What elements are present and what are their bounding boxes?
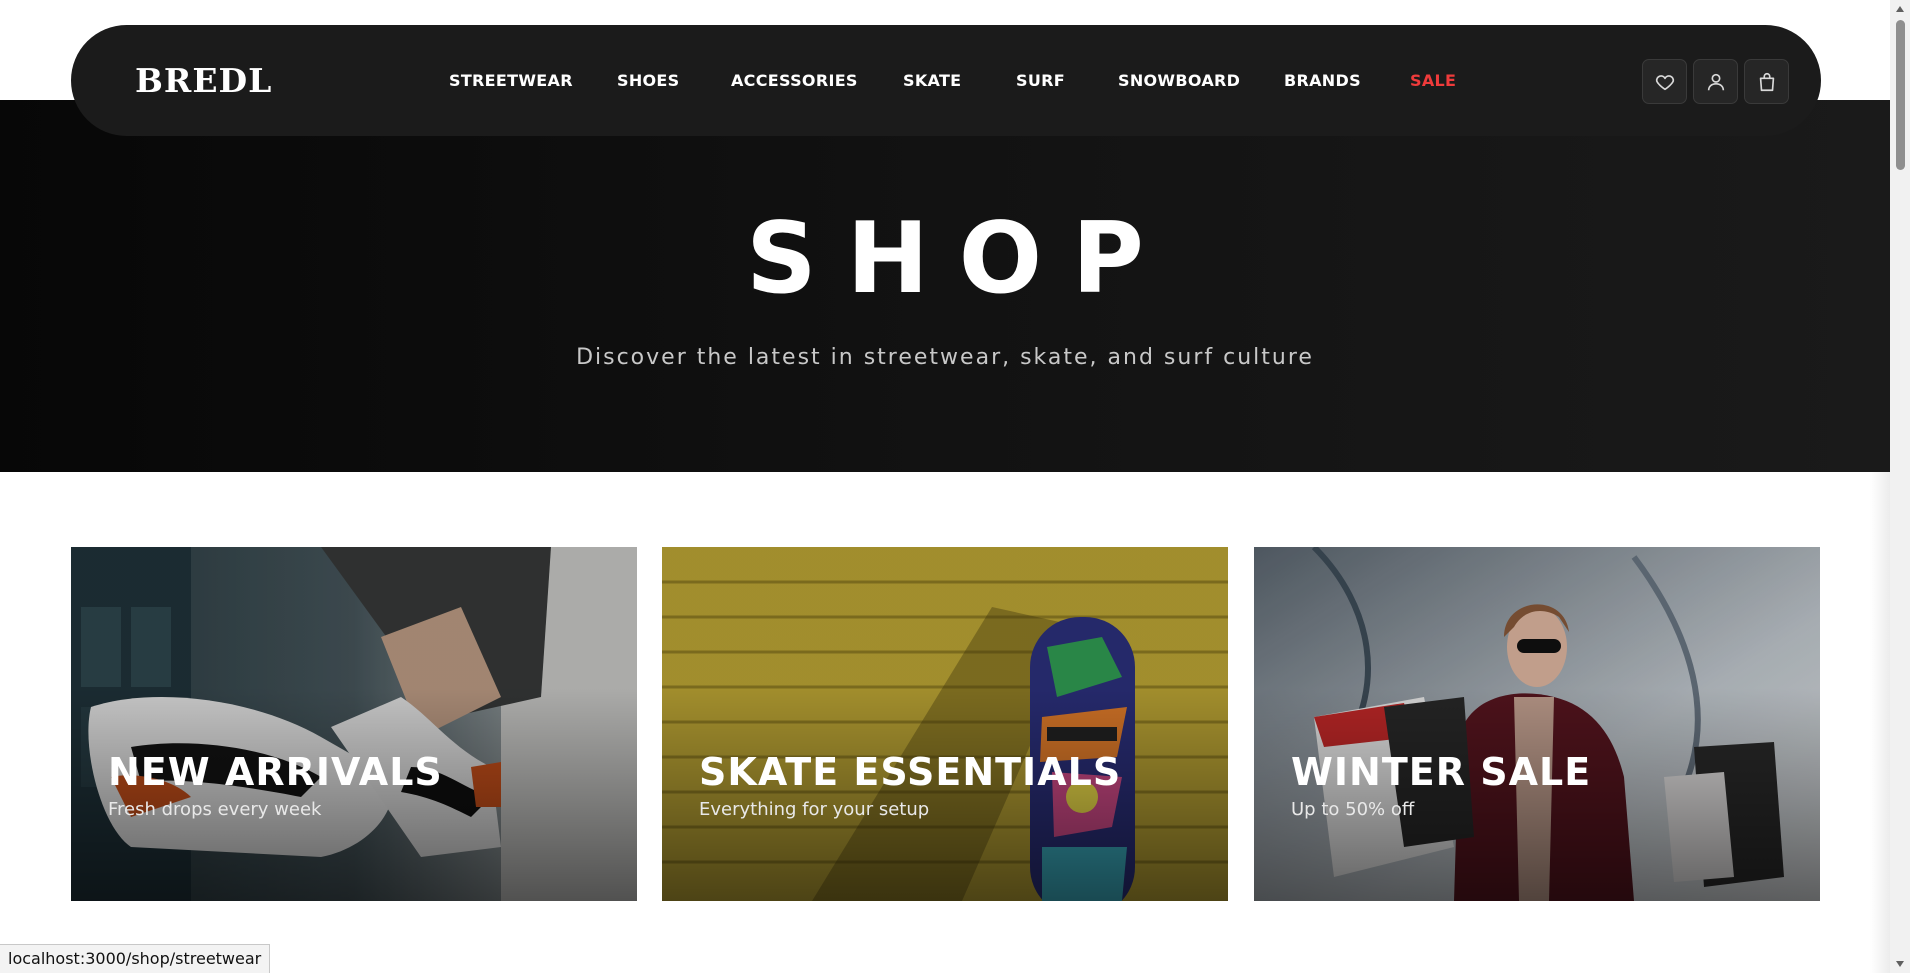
card-subtitle: Everything for your setup: [699, 799, 930, 820]
hero-title: SHOP: [746, 202, 1174, 316]
nav-item-brands[interactable]: BRANDS: [1284, 71, 1361, 90]
heart-icon: [1655, 74, 1674, 90]
page-edge-shadow: [1870, 472, 1890, 973]
card-subtitle: Up to 50% off: [1291, 799, 1415, 820]
category-card-winter-sale[interactable]: WINTER SALE Up to 50% off: [1254, 547, 1820, 901]
hero-section: SHOP Discover the latest in streetwear, …: [0, 100, 1890, 472]
scroll-down-arrow-icon[interactable]: [1890, 955, 1910, 973]
card-title: NEW ARRIVALS: [108, 750, 443, 794]
link-status-bar: localhost:3000/shop/streetwear: [0, 944, 271, 973]
nav-links: STREETWEAR SHOES ACCESSORIES SKATE SURF …: [71, 25, 1821, 136]
card-title: SKATE ESSENTIALS: [699, 750, 1122, 794]
scrollbar-thumb[interactable]: [1896, 20, 1905, 170]
card-overlay: [71, 547, 637, 901]
hero-subtitle: Discover the latest in streetwear, skate…: [576, 345, 1314, 370]
page: SHOP Discover the latest in streetwear, …: [0, 0, 1890, 973]
category-card-new-arrivals[interactable]: NEW ARRIVALS Fresh drops every week: [71, 547, 637, 901]
card-title: WINTER SALE: [1291, 750, 1592, 794]
nav-item-accessories[interactable]: ACCESSORIES: [731, 71, 858, 90]
card-subtitle: Fresh drops every week: [108, 799, 322, 820]
nav-item-snowboard[interactable]: SNOWBOARD: [1118, 71, 1240, 90]
nav-item-skate[interactable]: SKATE: [903, 71, 961, 90]
account-button[interactable]: [1693, 59, 1738, 104]
vertical-scrollbar[interactable]: [1890, 0, 1910, 973]
category-card-skate-essentials[interactable]: SKATE ESSENTIALS Everything for your set…: [662, 547, 1228, 901]
cart-button[interactable]: [1744, 59, 1789, 104]
main-navbar: BREDL STREETWEAR SHOES ACCESSORIES SKATE…: [71, 25, 1821, 136]
card-overlay: [1254, 547, 1820, 901]
scroll-up-arrow-icon[interactable]: [1890, 0, 1910, 18]
card-overlay: [662, 547, 1228, 901]
nav-item-shoes[interactable]: SHOES: [617, 71, 679, 90]
nav-item-streetwear[interactable]: STREETWEAR: [449, 71, 573, 90]
user-icon: [1707, 73, 1724, 90]
nav-item-surf[interactable]: SURF: [1016, 71, 1065, 90]
shopping-bag-icon: [1759, 72, 1774, 91]
nav-item-sale[interactable]: SALE: [1410, 71, 1456, 90]
wishlist-button[interactable]: [1642, 59, 1687, 104]
